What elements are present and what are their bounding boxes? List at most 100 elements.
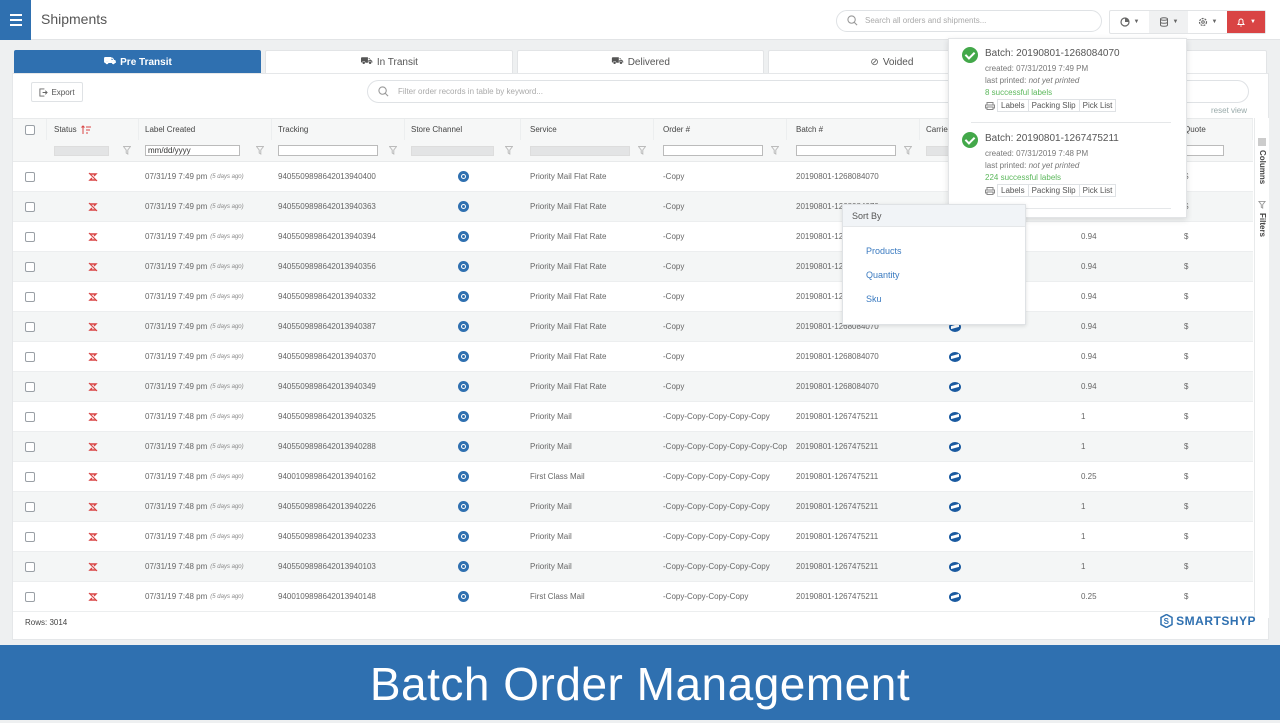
quote-filter-input[interactable] [1184,145,1224,156]
tracking-cell[interactable]: 9400109898642013940148 [272,582,405,611]
row-checkbox[interactable] [25,561,35,572]
row-checkbox[interactable] [25,411,35,422]
print-pick-list-button[interactable]: Pick List [1078,184,1117,197]
batch-filter-input[interactable] [796,145,896,156]
tab-in-transit[interactable]: ⛟ In Transit [265,50,513,74]
global-search-input[interactable]: Search all orders and shipments... [836,10,1102,32]
order-cell[interactable]: -Copy [654,192,787,221]
order-cell[interactable]: -Copy-Copy-Copy-Copy-Copy-Copy [654,432,787,461]
tracking-cell[interactable]: 9405509898642013940103 [272,552,405,581]
order-cell[interactable]: -Copy-Copy-Copy-Copy-Copy [654,552,787,581]
label-created-filter-input[interactable]: mm/dd/yyyy [145,145,240,156]
tracking-cell[interactable]: 9405509898642013940363 [272,192,405,221]
tracking-cell[interactable]: 9405509898642013940400 [272,162,405,191]
row-checkbox[interactable] [25,291,35,302]
batch-cell[interactable]: 20190801-1267475211 [787,402,920,431]
tab-delivered[interactable]: ⛟ Delivered [516,50,765,74]
table-row[interactable]: 07/31/19 7:48 pm (5 days ago) 940010989864… [13,462,1253,492]
batch-cell[interactable]: 20190801-1267475211 [787,522,920,551]
reset-view-link[interactable]: reset view [1211,106,1247,115]
status-filter-select[interactable] [54,145,109,156]
tracking-cell[interactable]: 9405509898642013940325 [272,402,405,431]
row-checkbox[interactable] [25,351,35,362]
order-cell[interactable]: -Copy [654,162,787,191]
order-cell[interactable]: -Copy [654,342,787,371]
export-button[interactable]: Export [31,82,83,102]
tracking-cell[interactable]: 9405509898642013940226 [272,492,405,521]
order-cell[interactable]: -Copy [654,372,787,401]
table-row[interactable]: 07/31/19 7:49 pm (5 days ago) 940550989864… [13,282,1253,312]
row-checkbox[interactable] [25,201,35,212]
column-header-batch[interactable]: Batch # [787,119,920,140]
order-cell[interactable]: -Copy-Copy-Copy-Copy-Copy [654,492,787,521]
order-cell[interactable]: -Copy [654,282,787,311]
table-row[interactable]: 07/31/19 7:49 pm (5 days ago) 940550989864… [13,312,1253,342]
tracking-cell[interactable]: 9405509898642013940394 [272,222,405,251]
filters-panel-toggle[interactable]: Filters [1258,213,1267,237]
funnel-icon[interactable] [123,146,131,155]
print-packing-slip-button[interactable]: Packing Slip [1027,99,1080,112]
table-row[interactable]: 07/31/19 7:49 pm (5 days ago) 940550989864… [13,342,1253,372]
order-cell[interactable]: -Copy [654,222,787,251]
tracking-cell[interactable]: 9405509898642013940332 [272,282,405,311]
row-checkbox[interactable] [25,591,35,602]
table-row[interactable]: 07/31/19 7:48 pm (5 days ago) 940010989864… [13,582,1253,612]
row-checkbox[interactable] [25,471,35,482]
print-pick-list-button[interactable]: Pick List [1078,99,1117,112]
row-checkbox[interactable] [25,171,35,182]
print-packing-slip-button[interactable]: Packing Slip [1027,184,1080,197]
funnel-icon[interactable] [256,146,264,155]
sort-option-quantity[interactable]: Quantity [866,270,900,280]
tab-pre-transit[interactable]: ⛟ Pre Transit [14,50,262,74]
notifications-dropdown-button[interactable]: ▼ [1227,11,1265,33]
batch-cell[interactable]: 20190801-1267475211 [787,462,920,491]
tracking-cell[interactable]: 9405509898642013940356 [272,252,405,281]
row-checkbox[interactable] [25,501,35,512]
tracking-cell[interactable]: 9405509898642013940288 [272,432,405,461]
columns-panel-toggle[interactable]: Columns [1258,150,1267,184]
print-labels-button[interactable]: Labels [997,99,1029,112]
tracking-cell[interactable]: 9400109898642013940162 [272,462,405,491]
column-header-service[interactable]: Service [521,119,654,140]
funnel-icon[interactable] [638,146,646,155]
tracking-filter-input[interactable] [278,145,378,156]
order-cell[interactable]: -Copy [654,252,787,281]
sort-option-products[interactable]: Products [866,246,902,256]
tracking-cell[interactable]: 9405509898642013940370 [272,342,405,371]
table-row[interactable]: 07/31/19 7:48 pm (5 days ago) 940550989864… [13,492,1253,522]
order-filter-input[interactable] [663,145,763,156]
row-checkbox[interactable] [25,531,35,542]
row-checkbox[interactable] [25,261,35,272]
batch-title[interactable]: Batch: 20190801-1268084070 [985,48,1120,59]
table-row[interactable]: 07/31/19 7:48 pm (5 days ago) 940550989864… [13,432,1253,462]
funnel-icon[interactable] [389,146,397,155]
select-all-checkbox[interactable] [24,124,35,135]
print-labels-button[interactable]: Labels [997,184,1029,197]
column-header-store-channel[interactable]: Store Channel [405,119,521,140]
row-checkbox[interactable] [25,231,35,242]
table-row[interactable]: 07/31/19 7:49 pm (5 days ago) 940550989864… [13,252,1253,282]
batch-cell[interactable]: 20190801-1267475211 [787,582,920,611]
sort-option-sku[interactable]: Sku [866,294,882,304]
batch-cell[interactable]: 20190801-1268084070 [787,372,920,401]
tracking-cell[interactable]: 9405509898642013940387 [272,312,405,341]
reports-dropdown-button[interactable]: ▼ [1110,11,1149,33]
row-checkbox[interactable] [25,381,35,392]
order-cell[interactable]: -Copy-Copy-Copy-Copy-Copy [654,402,787,431]
batch-cell[interactable]: 20190801-1267475211 [787,552,920,581]
order-cell[interactable]: -Copy-Copy-Copy-Copy-Copy [654,462,787,491]
column-header-label-created[interactable]: Label Created [139,119,272,140]
table-row[interactable]: 07/31/19 7:49 pm (5 days ago) 940550989864… [13,222,1253,252]
column-header-tracking[interactable]: Tracking [272,119,405,140]
batches-dropdown-button[interactable]: ▼ [1149,11,1188,33]
settings-dropdown-button[interactable]: ▼ [1188,11,1227,33]
order-cell[interactable]: -Copy-Copy-Copy-Copy [654,582,787,611]
funnel-icon[interactable] [771,146,779,155]
service-filter-select[interactable] [530,145,630,156]
table-row[interactable]: 07/31/19 7:49 pm (5 days ago) 940550989864… [13,372,1253,402]
batch-cell[interactable]: 20190801-1267475211 [787,492,920,521]
table-row[interactable]: 07/31/19 7:48 pm (5 days ago) 940550989864… [13,522,1253,552]
column-header-order[interactable]: Order # [654,119,787,140]
hamburger-menu-button[interactable] [0,0,31,40]
batch-cell[interactable]: 20190801-1268084070 [787,342,920,371]
